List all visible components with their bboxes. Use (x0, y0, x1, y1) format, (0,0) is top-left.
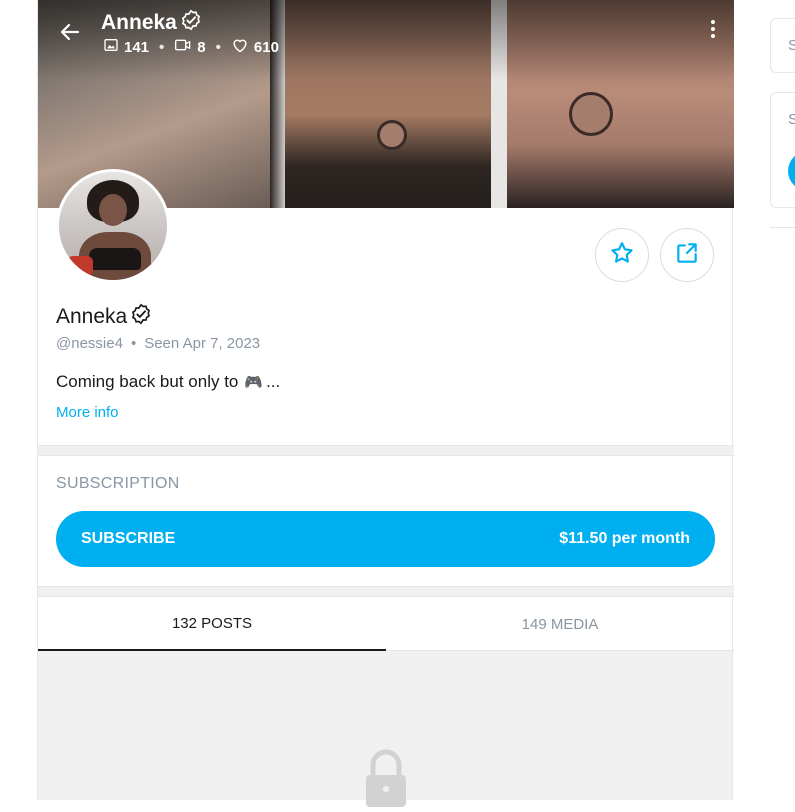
cover-tattoo (569, 92, 613, 136)
more-info-link[interactable]: More info (56, 404, 119, 421)
star-icon (609, 240, 635, 271)
photos-count: 141 (124, 38, 150, 56)
profile-column: Anneka 141 • 8 • 610 Anneka @nessie4 • S… (37, 0, 734, 807)
stat-separator: • (159, 38, 165, 56)
video-icon (174, 37, 192, 57)
bio-ellipsis: ... (266, 372, 281, 391)
sidebar-suggestions-card: S (770, 92, 795, 208)
back-arrow-icon[interactable] (58, 20, 82, 44)
subscribe-label: SUBSCRIBE (81, 530, 176, 547)
section-divider (38, 445, 734, 456)
verified-badge-icon (130, 303, 152, 331)
photos-stat: 141 (103, 37, 149, 57)
bio-emoji: 🎮 (244, 374, 264, 391)
locked-content-area (38, 651, 732, 807)
stat-separator: • (215, 38, 221, 56)
videos-stat: 8 (174, 37, 206, 57)
tab-posts-label: 132 POSTS (171, 614, 253, 632)
seen-date: Apr 7, 2023 (182, 335, 261, 352)
videos-count: 8 (197, 38, 206, 56)
sidebar-divider (770, 227, 795, 228)
subscription-price: $11.50 per month (559, 530, 690, 547)
share-button[interactable] (660, 228, 714, 282)
sidebar-card-text: S (788, 37, 795, 54)
meta-separator: • (130, 335, 137, 352)
image-icon (103, 37, 119, 57)
sidebar-search-card[interactable]: S (770, 18, 795, 73)
more-options-icon[interactable] (710, 20, 716, 42)
tab-media-label: 149 MEDIA (521, 615, 599, 633)
profile-name: Anneka (56, 303, 152, 331)
cover-tattoo (377, 120, 407, 150)
likes-count: 610 (253, 38, 279, 56)
username: @nessie4 (56, 335, 123, 352)
cover-display-name: Anneka (101, 9, 202, 37)
section-divider (38, 586, 734, 597)
heart-icon (231, 37, 249, 57)
share-icon (674, 240, 700, 271)
avatar[interactable] (56, 169, 170, 283)
profile-bio: Coming back but only to 🎮 ... (56, 372, 280, 392)
profile-name-text: Anneka (56, 305, 128, 328)
tab-media[interactable]: 149 MEDIA (386, 597, 734, 651)
lock-icon (361, 747, 411, 812)
add-to-favorites-button[interactable] (595, 228, 649, 282)
sidebar-card-text: S (788, 111, 795, 128)
profile-meta: @nessie4 • Seen Apr 7, 2023 (56, 335, 260, 352)
likes-stat: 610 (231, 37, 279, 57)
cover-name-text: Anneka (101, 11, 177, 34)
last-seen: Seen Apr 7, 2023 (144, 335, 260, 352)
verified-badge-icon (180, 9, 202, 37)
tab-posts[interactable]: 132 POSTS (38, 597, 386, 651)
subscribe-button[interactable]: SUBSCRIBE $11.50 per month (56, 511, 715, 567)
sidebar-button[interactable] (788, 151, 795, 191)
bio-text: Coming back but only to (56, 372, 239, 391)
subscription-heading: SUBSCRIPTION (56, 475, 180, 492)
profile-tabs: 132 POSTS 149 MEDIA (38, 597, 734, 651)
seen-label: Seen (144, 335, 180, 352)
cover-stats: 141 • 8 • 610 (103, 37, 279, 57)
